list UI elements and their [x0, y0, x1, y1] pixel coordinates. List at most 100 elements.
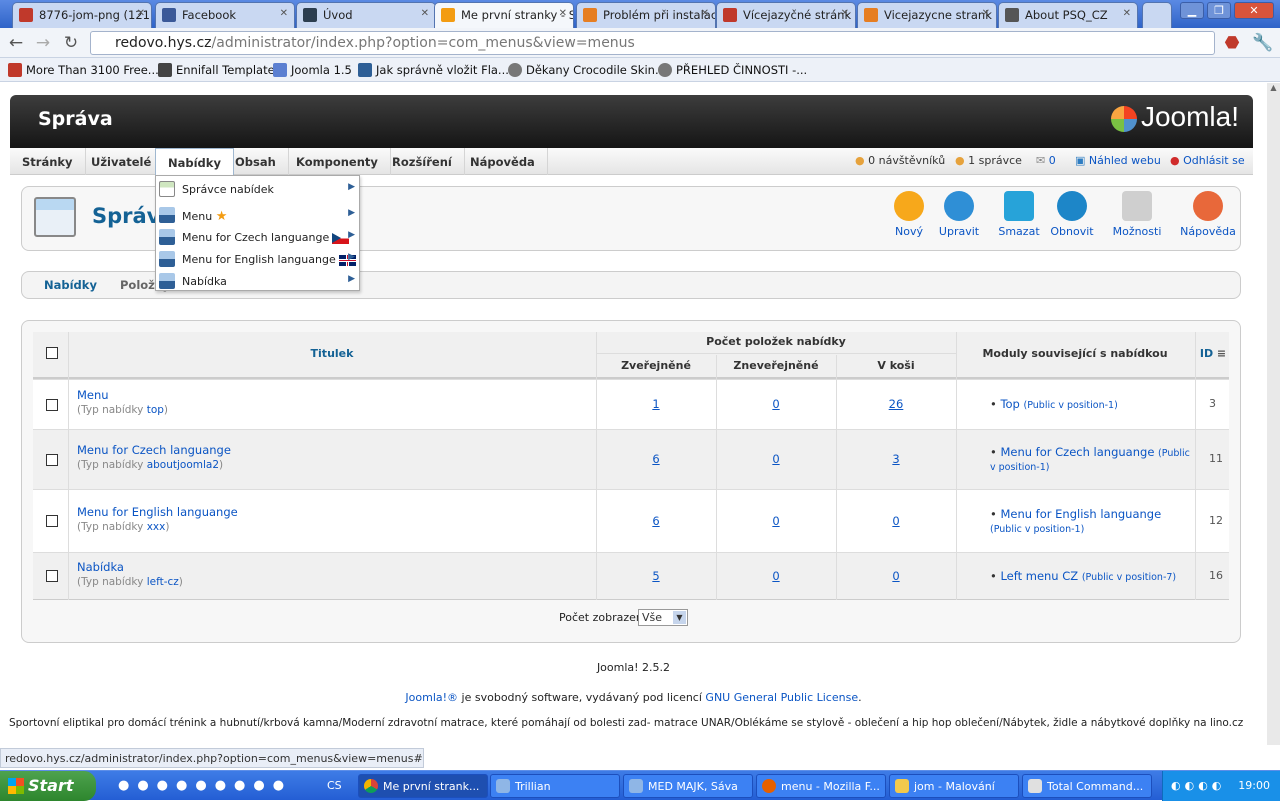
- bookmark-icon: [658, 63, 672, 77]
- row-checkbox[interactable]: [46, 399, 58, 411]
- col-id[interactable]: ID ≡: [1198, 347, 1228, 360]
- rebuild-button[interactable]: Obnovit: [1042, 191, 1102, 238]
- subtab-menus[interactable]: Nabídky: [44, 278, 97, 292]
- unpublished-count-link[interactable]: 0: [756, 569, 796, 583]
- trashed-count-link[interactable]: 0: [876, 514, 916, 528]
- forward-icon[interactable]: →: [33, 33, 53, 53]
- module-link[interactable]: Top: [1000, 397, 1019, 411]
- unpublished-count-link[interactable]: 0: [756, 514, 796, 528]
- browser-tab[interactable]: Problém při instalac ✕: [576, 2, 716, 28]
- menu-icon: [159, 229, 175, 245]
- menu-obsah[interactable]: Obsah: [223, 148, 289, 175]
- close-icon[interactable]: ✕: [841, 8, 849, 19]
- gpl-link[interactable]: GNU General Public License: [705, 691, 858, 704]
- browser-tab[interactable]: About PSQ_CZ ✕: [998, 2, 1138, 28]
- menu-stranky[interactable]: Stránky: [10, 148, 86, 175]
- select-all-checkbox[interactable]: [46, 347, 58, 359]
- close-icon[interactable]: ✕: [982, 8, 990, 19]
- menu-title-link[interactable]: Menu for Czech languange: [77, 443, 231, 457]
- close-icon[interactable]: ✕: [701, 8, 709, 19]
- messages-status[interactable]: ✉ 0: [1036, 154, 1056, 167]
- address-bar[interactable]: redovo.hys.cz/administrator/index.php?op…: [90, 31, 1215, 55]
- scrollbar[interactable]: ▲: [1267, 83, 1280, 745]
- row-checkbox[interactable]: [46, 515, 58, 527]
- taskbar-item[interactable]: Me první strank...: [358, 774, 488, 798]
- maximize-icon[interactable]: ❐: [1207, 2, 1231, 19]
- dropdown-item-menu[interactable]: Menu ★ ▶: [156, 204, 359, 226]
- col-title[interactable]: Titulek: [69, 347, 595, 360]
- reload-icon[interactable]: ↻: [61, 33, 81, 53]
- row-checkbox[interactable]: [46, 570, 58, 582]
- minimize-icon[interactable]: ▁: [1180, 2, 1204, 19]
- browser-tab[interactable]: Vicejazycne strank ✕: [857, 2, 997, 28]
- close-window-icon[interactable]: ✕: [1234, 2, 1274, 19]
- adblock-icon[interactable]: ⬣: [1222, 33, 1242, 53]
- help-button[interactable]: Nápověda: [1178, 191, 1238, 238]
- unpublished-count-link[interactable]: 0: [756, 452, 796, 466]
- menu-title-link[interactable]: Menu: [77, 388, 109, 402]
- menu-uzivatele[interactable]: Uživatelé: [79, 148, 165, 175]
- display-count-select[interactable]: Vše ▼: [638, 609, 688, 626]
- module-link[interactable]: Menu for English languange: [1000, 507, 1161, 521]
- trashed-count-link[interactable]: 3: [876, 452, 916, 466]
- start-button[interactable]: Start: [0, 771, 96, 801]
- taskbar-item[interactable]: menu - Mozilla F...: [756, 774, 886, 798]
- unpublished-count-link[interactable]: 0: [756, 397, 796, 411]
- joomla-link[interactable]: Joomla!®: [405, 691, 458, 704]
- module-link[interactable]: Left menu CZ: [1000, 569, 1078, 583]
- wrench-icon[interactable]: 🔧: [1252, 33, 1273, 53]
- published-count-link[interactable]: 6: [636, 452, 676, 466]
- browser-tab[interactable]: Úvod ✕: [296, 2, 436, 28]
- browser-tab[interactable]: 8776-jom-png (121 ✕: [12, 2, 152, 28]
- language-indicator[interactable]: CS: [327, 779, 342, 792]
- new-tab-button[interactable]: [1142, 2, 1172, 28]
- favicon-icon: [864, 8, 878, 22]
- close-icon[interactable]: ✕: [137, 8, 145, 19]
- logout-link[interactable]: ● Odhlásit se: [1170, 154, 1245, 167]
- trashed-count-link[interactable]: 0: [876, 569, 916, 583]
- bookmark-item[interactable]: Jak správně vložit Fla...: [358, 63, 509, 77]
- dropdown-item-menu-english[interactable]: Menu for English languange ▶: [156, 248, 359, 270]
- options-button[interactable]: Možnosti: [1107, 191, 1167, 238]
- published-count-link[interactable]: 6: [636, 514, 676, 528]
- tray-icons[interactable]: ◐◐◐◐: [1171, 779, 1225, 792]
- close-icon[interactable]: ✕: [559, 8, 567, 19]
- close-icon[interactable]: ✕: [280, 8, 288, 19]
- module-link[interactable]: Menu for Czech languange: [1000, 445, 1154, 459]
- clock[interactable]: 19:00: [1238, 779, 1270, 792]
- taskbar-item[interactable]: MED MAJK, Sáva: [623, 774, 753, 798]
- edit-button[interactable]: Upravit: [929, 191, 989, 238]
- published-count-link[interactable]: 5: [636, 569, 676, 583]
- bookmark-item[interactable]: Joomla 1.5: [273, 63, 352, 77]
- bookmark-item[interactable]: Ennifall Template: [158, 63, 275, 77]
- menu-rozsireni[interactable]: Rozšíření: [380, 148, 465, 175]
- taskbar-item[interactable]: jom - Malování: [889, 774, 1019, 798]
- taskbar-item[interactable]: Trillian: [490, 774, 620, 798]
- browser-tab[interactable]: Vícejazyčné stránk ✕: [716, 2, 856, 28]
- trashed-count-link[interactable]: 26: [876, 397, 916, 411]
- menu-komponenty[interactable]: Komponenty: [284, 148, 391, 175]
- quicklaunch-icons: ●●●●●●●●●: [118, 778, 293, 793]
- bookmark-item[interactable]: More Than 3100 Free...: [8, 63, 159, 77]
- bookmark-item[interactable]: Děkany Crocodile Skin...: [508, 63, 666, 77]
- menu-title-link[interactable]: Menu for English languange: [77, 505, 238, 519]
- published-count-link[interactable]: 1: [636, 397, 676, 411]
- dropdown-item-menu-czech[interactable]: Menu for Czech languange ▶: [156, 226, 359, 248]
- delete-button[interactable]: Smazat: [989, 191, 1049, 238]
- users-icon: ●: [855, 154, 865, 167]
- row-checkbox[interactable]: [46, 454, 58, 466]
- preview-link[interactable]: ▣ Náhled webu: [1075, 154, 1161, 167]
- menu-napoveda[interactable]: Nápověda: [458, 148, 548, 175]
- bookmark-item[interactable]: PŘEHLED ČINNOSTI -...: [658, 63, 807, 77]
- close-icon[interactable]: ✕: [421, 8, 429, 19]
- taskbar-item[interactable]: Total Command...: [1022, 774, 1152, 798]
- dropdown-item-nabidka[interactable]: Nabídka ▶: [156, 270, 359, 292]
- scroll-up-icon[interactable]: ▲: [1267, 83, 1280, 92]
- menu-title-link[interactable]: Nabídka: [77, 560, 124, 574]
- browser-tab-active[interactable]: Me první stranky - S ✕: [434, 2, 574, 28]
- chat-icon: [629, 779, 643, 793]
- browser-tab[interactable]: Facebook ✕: [155, 2, 295, 28]
- close-icon[interactable]: ✕: [1123, 8, 1131, 19]
- dropdown-item-menu-manager[interactable]: Správce nabídek ▶: [156, 178, 359, 200]
- back-icon[interactable]: ←: [6, 33, 26, 53]
